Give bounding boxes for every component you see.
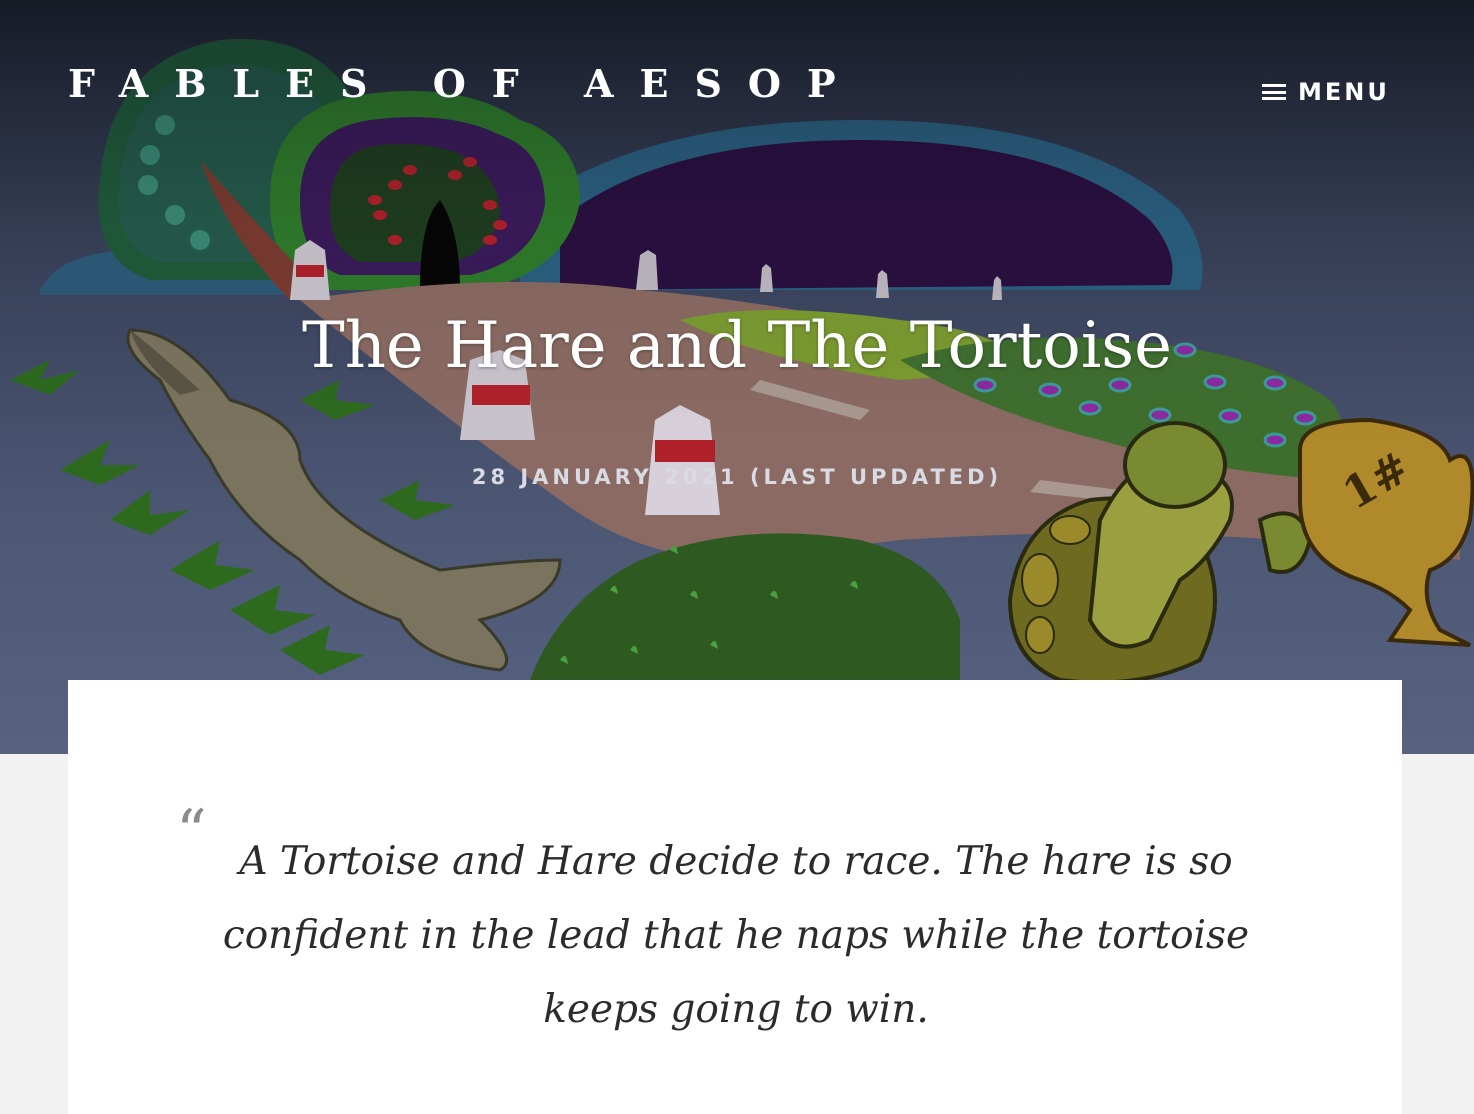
hero-banner: 1# FABLES OF AESOP MENU The Hare and The… (0, 0, 1474, 754)
site-title[interactable]: FABLES OF AESOP (68, 58, 862, 110)
post-date: 28 JANUARY 2021 (LAST UPDATED) (471, 465, 1003, 489)
open-quote-icon: “ (176, 797, 207, 867)
post-title: The Hare and The Tortoise (302, 309, 1172, 383)
menu-label: MENU (1298, 78, 1390, 106)
post-excerpt: A Tortoise and Hare decide to race. The … (222, 839, 1250, 1032)
post-content-card: “ A Tortoise and Hare decide to race. Th… (68, 680, 1402, 1114)
menu-button[interactable]: MENU (1262, 72, 1402, 112)
hamburger-menu-icon (1262, 84, 1286, 100)
